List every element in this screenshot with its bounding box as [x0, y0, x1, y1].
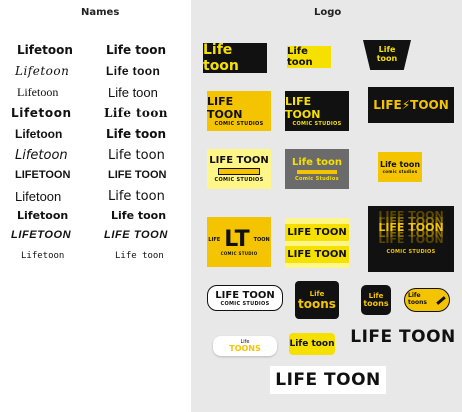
logo-5-sub: COMIC STUDIOS [292, 121, 342, 127]
name-a6: Lifetoon [15, 148, 68, 163]
logo-14-b: toons [298, 296, 336, 311]
logo-6-text: LIFE⚡TOON [373, 98, 449, 112]
logo-8: Life toon Comic Studios [285, 149, 349, 189]
logo-header: Logo [314, 7, 342, 18]
name-a11: Lifetoon [21, 251, 65, 261]
name-b5: Life toon [106, 127, 167, 141]
logo-4: LIFE TOON COMIC STUDIOS [207, 91, 271, 131]
pencil-icon [218, 168, 260, 175]
logo-20: LIFE TOON [270, 366, 386, 394]
logo-8-sub: Comic Studios [295, 175, 339, 182]
name-b10: LIFE TOON [104, 229, 168, 241]
names-header: Names [81, 7, 120, 18]
name-a3: Lifetoon [17, 85, 59, 99]
name-a2: Lifetoon [15, 64, 70, 78]
logo-4-sub: COMIC STUDIOS [214, 121, 264, 127]
logo-15: Life toons [361, 285, 391, 315]
logo-5: LIFE TOON COMIC STUDIOS [285, 91, 349, 131]
name-a9: Lifetoon [17, 209, 69, 222]
board: Names Lifetoon Lifetoon Lifetoon Lifetoo… [0, 0, 462, 412]
pencil-icon [297, 169, 337, 174]
name-b1: Life toon [106, 43, 167, 57]
name-b2: Life toon [106, 64, 161, 78]
logo-9-sub: comic studios [382, 169, 418, 174]
logo-16-text: Life toons [408, 292, 427, 306]
name-a8: Lifetoon [15, 189, 62, 204]
logo-2: Life toon [287, 46, 331, 68]
name-b4: Life toon [104, 106, 168, 120]
name-a1: Lifetoon [17, 43, 73, 57]
logo-2-text: Life toon [287, 46, 313, 68]
names-panel: Names Lifetoon Lifetoon Lifetoon Lifetoo… [0, 0, 191, 412]
logo-6: LIFE⚡TOON [368, 87, 454, 123]
logo-4-title: LIFE TOON [207, 95, 243, 121]
logo-10: LIFE LT TOON COMIC STUDIO [207, 217, 271, 267]
name-b9: Life toon [111, 209, 167, 222]
name-b3: Life toon [108, 85, 158, 100]
logo-17-b: TOONS [229, 343, 261, 353]
name-a4: Lifetoon [11, 106, 72, 120]
logo-14: Life toons [295, 281, 339, 319]
logo-10-left: LIFE [208, 236, 221, 243]
logo-1-text: Life toon [203, 43, 239, 73]
logo-12-sub: COMIC STUDIOS [386, 248, 436, 255]
logo-11-b: LIFE TOON [285, 245, 349, 263]
logo-16: Life toons [404, 288, 450, 312]
name-a10: LIFETOON [11, 229, 72, 241]
logo-9-title: Life toon [379, 160, 421, 169]
logo-18: Life toon [289, 333, 335, 355]
name-b11: Life toon [115, 251, 164, 261]
logo-15-b: toons [363, 298, 389, 308]
logo-10-right: TOON [253, 236, 270, 243]
logo-panel: Logo Life toon Life toon Life toon LIFE … [191, 0, 462, 412]
logo-1: Life toon [203, 43, 267, 73]
logo-5-title: LIFE TOON [285, 95, 321, 121]
logo-3: Life toon [363, 40, 411, 70]
logo-9: Life toon comic studios [378, 152, 422, 182]
logo-20-text: LIFE TOON [275, 370, 381, 390]
logo-12: LIFE TOON COMIC STUDIOS [368, 206, 454, 272]
logo-17: Life TOONS [213, 336, 277, 356]
logo-10-mono: LT [224, 226, 250, 252]
logo-13-sub: COMIC STUDIOS [220, 300, 270, 307]
logo-7-title: LIFE TOON [209, 155, 269, 166]
logo-7-sub: COMIC STUDIOS [214, 177, 264, 183]
logo-10-row: LIFE LT TOON [208, 226, 270, 252]
name-b7: LIFE TOON [108, 169, 167, 181]
name-b8: Life toon [108, 189, 165, 204]
logo-19: LIFE TOON [348, 325, 458, 349]
logo-7: LIFE TOON COMIC STUDIOS [207, 149, 271, 189]
logo-18-text: Life toon [289, 339, 335, 349]
logo-8-title: Life toon [291, 156, 343, 168]
logo-12-title: LIFE TOON [378, 221, 444, 235]
logo-13-title: LIFE TOON [215, 289, 275, 301]
name-b6: Life toon [108, 148, 165, 163]
name-a7: LIFETOON [15, 169, 71, 181]
logo-3-text: Life toon [376, 45, 398, 63]
name-a5: Lifetoon [15, 127, 63, 141]
logo-10-sub: COMIC STUDIO [220, 250, 258, 256]
logo-19-text: LIFE TOON [350, 327, 456, 347]
logo-11: LIFE TOON LIFE TOON [285, 218, 349, 268]
logo-11-a: LIFE TOON [285, 223, 349, 241]
logo-13: LIFE TOON COMIC STUDIOS [207, 285, 283, 311]
pencil-icon [436, 295, 446, 305]
